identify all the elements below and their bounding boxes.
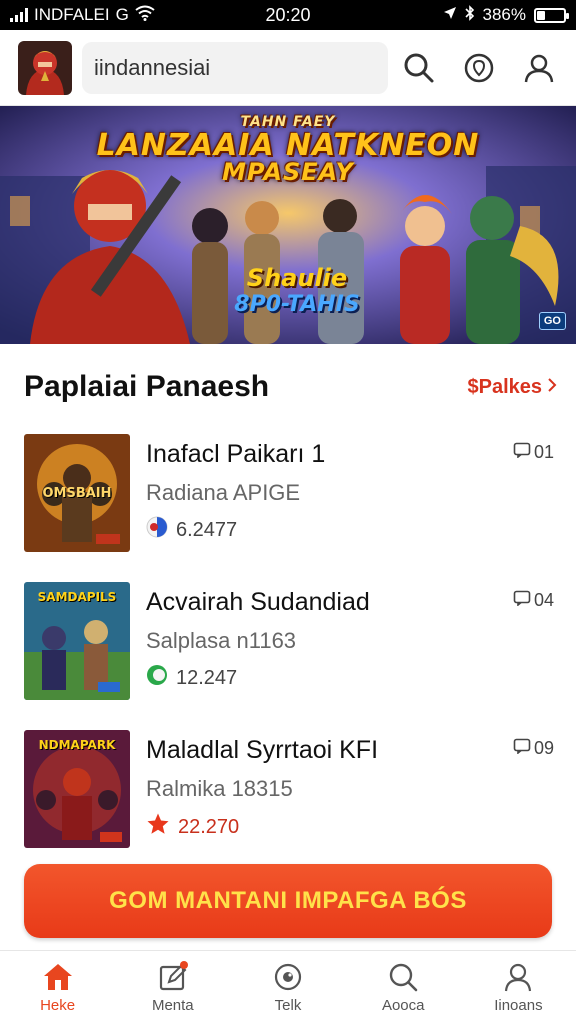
thumbnail-text: OMSBAIH <box>42 486 112 501</box>
battery-icon <box>534 7 569 23</box>
location-arrow-icon <box>443 5 457 25</box>
home-icon <box>41 961 75 993</box>
game-subtitle: Radiana APIGE <box>146 480 301 505</box>
chevron-right-icon <box>546 376 558 399</box>
search-text: iindannesiai <box>94 54 211 80</box>
nav-label: Telk <box>274 997 302 1014</box>
game-thumbnail: NDMAPARK <box>24 730 130 848</box>
app-avatar[interactable] <box>18 40 72 95</box>
thumbnail-text: NDMAPARK <box>38 738 116 752</box>
game-title: Acvairah Sudandiad <box>146 588 370 616</box>
comment-count: 04 <box>513 590 554 611</box>
banner-badge: GO <box>538 312 566 330</box>
bluetooth-icon <box>464 4 475 26</box>
promo-banner[interactable]: TAHN FAEY LANZAAIA NATKNEON MPASEAY Shau… <box>0 106 576 344</box>
bottom-nav: Heke Menta Telk Aooca Iinoans <box>0 950 576 1024</box>
comment-count-value: 01 <box>533 442 554 462</box>
list-item[interactable]: NDMAPARK Maladlal Syrrtaoi KFI Ralmika 1… <box>24 730 554 850</box>
game-thumbnail: SAMDAPILS <box>24 582 130 700</box>
status-time: 20:20 <box>265 4 311 25</box>
eye-icon <box>271 961 305 993</box>
search-icon <box>386 961 420 993</box>
signal-icon <box>10 8 28 22</box>
app-header: iindannesiai <box>0 30 576 106</box>
game-title: Maladlal Syrrtaoi KFI <box>146 736 379 764</box>
nav-label: Iinoans <box>494 997 543 1014</box>
game-rating: 22.270 <box>146 812 239 842</box>
notification-dot <box>179 961 188 969</box>
nav-item-profile[interactable]: Iinoans <box>461 951 576 1024</box>
nav-label: Heke <box>40 997 76 1014</box>
comment-icon <box>513 442 531 463</box>
list-item[interactable]: OMSBAIH Inafacl Paikarı 1 Radiana APIGE … <box>24 434 554 554</box>
game-rating: 6.2477 <box>146 516 237 544</box>
battery-percent: 386% <box>482 5 526 24</box>
profile-icon <box>501 961 535 993</box>
nav-item-search[interactable]: Aooca <box>346 951 461 1024</box>
edit-icon <box>156 961 190 993</box>
banner-subtitle: MPASEAY <box>222 158 354 186</box>
comment-icon <box>513 738 531 759</box>
nav-label: Aooca <box>381 997 425 1014</box>
wifi-icon <box>135 5 155 26</box>
section-header: Paplaiai Panaesh $Palkes <box>24 362 558 412</box>
game-subtitle: Ralmika 18315 <box>146 776 293 801</box>
list-item[interactable]: SAMDAPILS Acvairah Sudandiad Salplasa n1… <box>24 582 554 702</box>
game-subtitle: Salplasa n1163 <box>146 628 297 653</box>
comment-icon <box>513 590 531 611</box>
thumbnail-text: SAMDAPILS <box>37 590 117 604</box>
green-badge-icon <box>146 664 168 692</box>
banner-logo-top: Shaulie <box>246 264 348 292</box>
comment-count: 09 <box>513 738 554 759</box>
rating-value: 22.270 <box>178 815 240 838</box>
rating-value: 12.247 <box>176 666 238 689</box>
nav-item-menta[interactable]: Menta <box>115 951 230 1024</box>
status-bar: INDFALEI G 20:20 386% <box>0 0 576 30</box>
rating-value: 6.2477 <box>176 518 238 541</box>
see-all-label: $Palkes <box>467 375 542 398</box>
network-label: G <box>115 5 129 24</box>
nav-label: Menta <box>151 997 194 1014</box>
nav-item-home[interactable]: Heke <box>0 951 115 1024</box>
nav-item-telk[interactable]: Telk <box>230 951 345 1024</box>
comment-count-value: 09 <box>533 738 554 758</box>
cta-button[interactable]: GOM MANTANI IMPAFGA BÓS <box>24 864 552 938</box>
flag-badge-icon <box>146 516 168 544</box>
carrier-label: INDFALEI <box>34 5 110 24</box>
see-all-link[interactable]: $Palkes <box>467 376 558 399</box>
search-icon[interactable] <box>400 49 438 87</box>
game-rating: 12.247 <box>146 664 237 692</box>
comment-count: 01 <box>513 442 554 463</box>
comment-count-value: 04 <box>533 590 554 610</box>
game-thumbnail: OMSBAIH <box>24 434 130 552</box>
status-left: INDFALEI G <box>10 5 155 26</box>
location-pin-icon[interactable] <box>460 49 498 87</box>
star-icon <box>146 812 170 842</box>
profile-icon[interactable] <box>520 49 558 87</box>
search-input[interactable]: iindannesiai <box>82 41 388 94</box>
section-title: Paplaiai Panaesh <box>24 370 270 403</box>
status-right: 386% <box>443 4 569 26</box>
cta-label: GOM MANTANI IMPAFGA BÓS <box>109 887 467 914</box>
header-actions <box>400 49 558 87</box>
game-title: Inafacl Paikarı 1 <box>146 440 326 468</box>
banner-logo-bottom: 8P0-TAHIS <box>234 292 360 317</box>
